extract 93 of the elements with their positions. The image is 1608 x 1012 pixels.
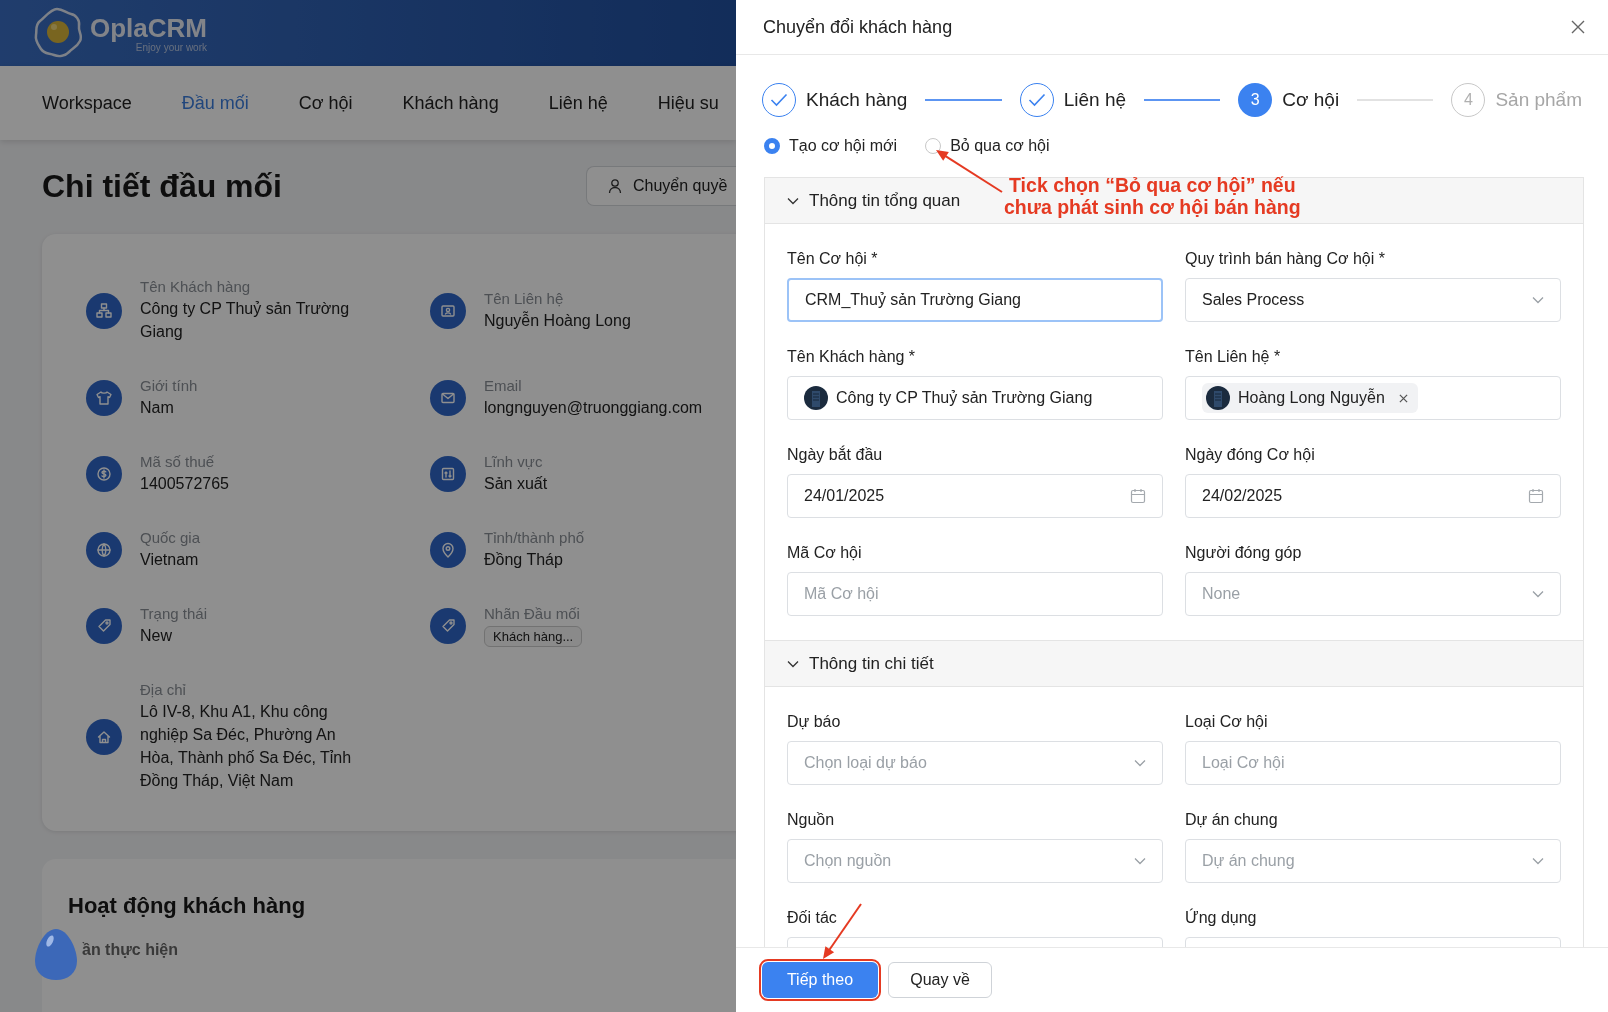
chevron-icon [1532, 590, 1544, 598]
field-label: Mã Cơ hội [787, 544, 863, 562]
detail-label: Tên Khách hàng [140, 278, 252, 295]
select-field[interactable]: Công ty CP Thuỷ sản Trường Giang [787, 376, 1163, 420]
detail-value: longnguyen@truonggiang.com [484, 398, 703, 418]
detail-value: 1400572765 [140, 474, 229, 494]
user-icon [607, 178, 623, 194]
transfer-button[interactable]: Chuyển quyề [586, 166, 736, 206]
calendar-icon [1528, 488, 1544, 504]
nav-tab[interactable]: Khách hàng [402, 92, 499, 114]
next-button[interactable]: Tiếp theo [762, 962, 878, 998]
field-label: Quy trình bán hàng Cơ hội * [1185, 250, 1386, 268]
step-label: Liên hệ [1063, 89, 1127, 111]
detail-label: Lĩnh vực [484, 453, 544, 470]
logo-text: OplaCRM [90, 13, 207, 42]
detail-label: Giới tính [140, 377, 198, 394]
detail-value: Lô IV-8, Khu A1, Khu công nghiệp Sa Đéc, Phường An Hòa, Thành phố Sa Đéc, Tỉnh Đồng Tháp, Việt Nam [140, 702, 353, 791]
tag-icon [86, 608, 122, 644]
globe-icon [86, 532, 122, 568]
nav-tab[interactable]: Cơ hội [298, 92, 353, 114]
date-field[interactable]: 24/01/2025 [787, 474, 1163, 518]
tag-icon [430, 608, 466, 644]
input-field[interactable]: CRM_Thuỷ sản Trường Giang [787, 278, 1163, 322]
select-field[interactable]: Hoàng Long Nguyễn [1185, 376, 1561, 420]
detail-value: Đồng Tháp [484, 550, 564, 570]
step-indicator: 3 [1238, 83, 1273, 117]
field-label: Tên Khách hàng * [787, 348, 917, 366]
shirt-icon [86, 380, 122, 416]
contact-chip[interactable]: Hoàng Long Nguyễn [1202, 383, 1418, 413]
drawer-title: Chuyển đổi khách hàng [763, 16, 953, 38]
input-field[interactable]: Loại Cơ hội [1185, 741, 1561, 785]
detail-value: Nguyễn Hoàng Long [484, 310, 631, 331]
activity-tab[interactable]: ần thực hiện [82, 941, 179, 959]
date-field[interactable]: 24/02/2025 [1185, 474, 1561, 518]
chevron-icon [1532, 857, 1544, 865]
detail-label: Nhãn Đầu mối [484, 605, 581, 622]
nav-tab[interactable]: Hiệu su [657, 92, 719, 114]
field-label: Ứng dụng [1185, 909, 1258, 927]
annotation-text: Tick chọn “Bỏ qua cơ hội” nếu chưa phát sinh cơ hội bán hàng [1004, 174, 1301, 218]
detail-value: New [140, 626, 173, 646]
remove-icon[interactable] [1398, 393, 1408, 403]
field-label: Ngày đóng Cơ hội [1185, 446, 1316, 464]
avatar-icon [804, 386, 828, 410]
nav-tab[interactable]: Liên hệ [548, 92, 608, 114]
field-label: Người đóng góp [1185, 544, 1303, 562]
chevron-icon [1134, 857, 1146, 865]
field-label: Tên Liên hệ * [1185, 348, 1282, 366]
page-title: Chi tiết đầu mối [42, 167, 282, 205]
detail-label: Email [484, 377, 523, 394]
chart-box-icon [430, 456, 466, 492]
field-label: Nguồn [787, 811, 836, 829]
step-label: Sản phẩm [1495, 89, 1582, 111]
mail-icon [430, 380, 466, 416]
field-label: Loại Cơ hội [1185, 713, 1269, 731]
avatar-icon [1206, 386, 1230, 410]
field-label: Dự báo [787, 713, 842, 731]
tag: Khách hàng... [484, 626, 583, 647]
detail-value: Nam [140, 398, 175, 418]
logo-tagline: Enjoy your work [135, 41, 207, 53]
back-button[interactable]: Quay về [888, 962, 992, 998]
detail-value: Vietnam [140, 550, 200, 570]
id-card-icon [430, 292, 466, 329]
detail-value: Sản xuất [484, 474, 548, 494]
field-label: Ngày bắt đầu [787, 446, 884, 464]
org-icon [86, 292, 122, 329]
input-field[interactable]: Mã Cơ hội [787, 572, 1163, 616]
dollar-icon [86, 456, 122, 492]
pin-icon [430, 532, 466, 568]
nav-tab[interactable]: Workspace [42, 92, 132, 114]
detail-value: Công ty CP Thuỷ sản Trường Giang [140, 299, 351, 342]
field-label: Dự án chung [1185, 811, 1279, 829]
calendar-icon [1130, 488, 1146, 504]
close-icon[interactable] [1570, 19, 1586, 35]
field-label: Đối tác [787, 909, 838, 927]
detail-label: Địa chỉ [140, 681, 187, 698]
chevron-icon[interactable] [787, 659, 799, 668]
step-label: Cơ hội [1282, 89, 1340, 111]
section-title[interactable]: Thông tin tổng quan [809, 190, 961, 211]
detail-label: Tỉnh/thành phố [484, 529, 585, 546]
step-label: Khách hàng [806, 89, 908, 111]
chevron-icon[interactable] [787, 196, 799, 205]
chevron-icon [1532, 296, 1544, 304]
detail-label: Trạng thái [140, 605, 207, 622]
select-field[interactable]: Sales Process [1185, 278, 1561, 322]
home-icon [86, 718, 122, 755]
section-title: Hoạt động khách hàng [68, 893, 307, 919]
detail-label: Mã số thuế [140, 453, 216, 470]
detail-label: Tên Liên hệ [484, 289, 565, 307]
detail-label: Quốc gia [140, 529, 201, 546]
section-title[interactable]: Thông tin chi tiết [809, 653, 934, 674]
radio-option[interactable]: Tạo cơ hội mới [764, 137, 898, 155]
chevron-icon [1134, 759, 1146, 767]
field-label: Tên Cơ hội * [787, 250, 879, 268]
